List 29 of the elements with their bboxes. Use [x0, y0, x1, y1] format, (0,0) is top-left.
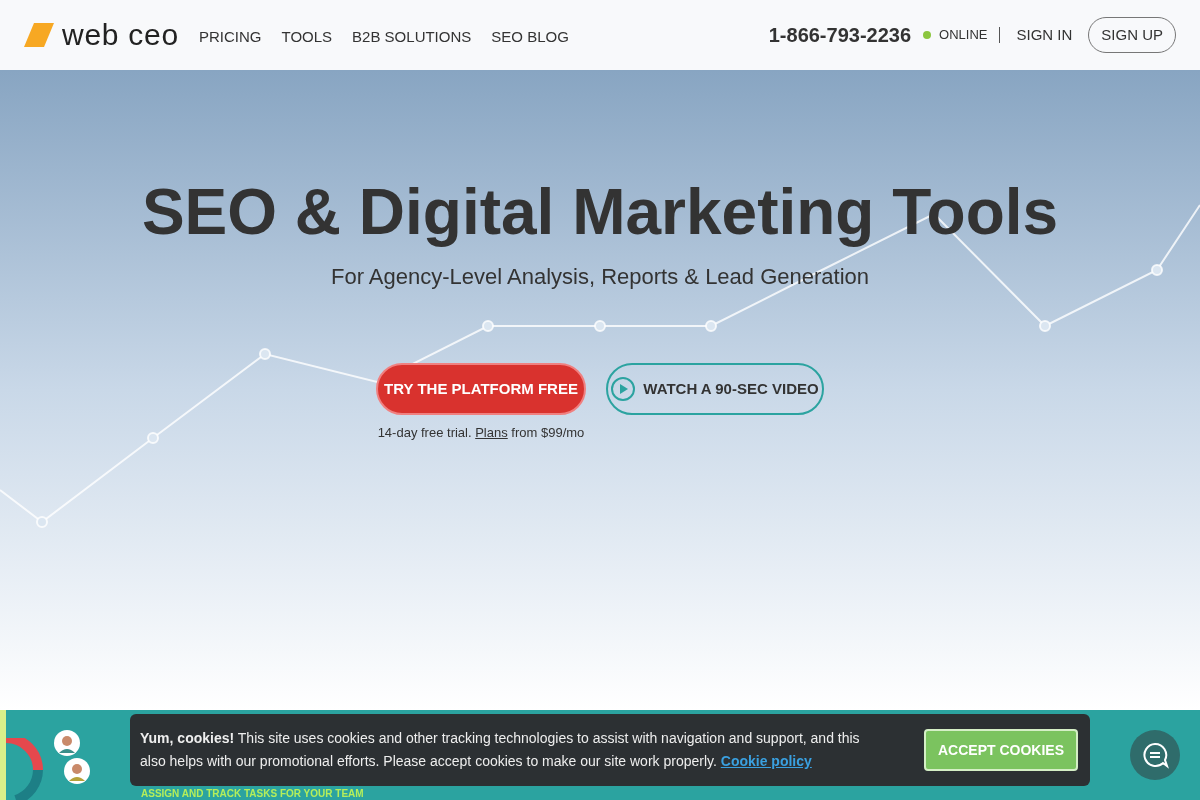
- plans-link[interactable]: Plans: [475, 425, 508, 440]
- chat-icon: [1141, 741, 1169, 769]
- nav-link[interactable]: SEO BLOG: [491, 25, 569, 49]
- feature-line: ASSIGN AND TRACK TASKS FOR YOUR TEAM: [141, 789, 364, 799]
- graph-point: [259, 348, 271, 360]
- graph-point: [482, 320, 494, 332]
- person-icon: [64, 758, 90, 784]
- nav-link[interactable]: PRICING: [199, 25, 262, 49]
- cookie-message: Yum, cookies! This site uses cookies and other tracking technologies to assist with navigation and support, and this also helps with our promotional efforts. Please accept cookies to make our site work properly. Cookie policy: [140, 729, 860, 771]
- graph-point: [147, 432, 159, 444]
- donut-chart-drawing: [6, 738, 46, 800]
- graph-point: [1039, 320, 1051, 332]
- graph-point: [36, 516, 48, 528]
- play-icon: [611, 377, 636, 401]
- nav-link[interactable]: TOOLS: [281, 25, 333, 49]
- logo[interactable]: web ceo: [62, 20, 179, 50]
- sign-in-link[interactable]: SIGN IN: [1016, 23, 1073, 47]
- phone-number: 1-866-793-2236: [768, 23, 912, 48]
- cookie-policy-link[interactable]: Cookie policy: [720, 753, 812, 769]
- watch-video-button[interactable]: WATCH A 90-SEC VIDEO: [606, 363, 824, 415]
- try-platform-button[interactable]: TRY THE PLATFORM FREE: [376, 363, 586, 415]
- graph-point: [594, 320, 606, 332]
- trial-note: 14-day free trial. Plans from $99/mo: [377, 424, 585, 442]
- person-icon: [54, 730, 80, 756]
- graph-point: [705, 320, 717, 332]
- online-status: ONLINE: [939, 26, 988, 45]
- hero-subtitle: For Agency-Level Analysis, Reports & Lead Generation: [330, 263, 870, 291]
- graph-point: [1151, 264, 1163, 276]
- nav-link[interactable]: B2B SOLUTIONS: [352, 25, 472, 49]
